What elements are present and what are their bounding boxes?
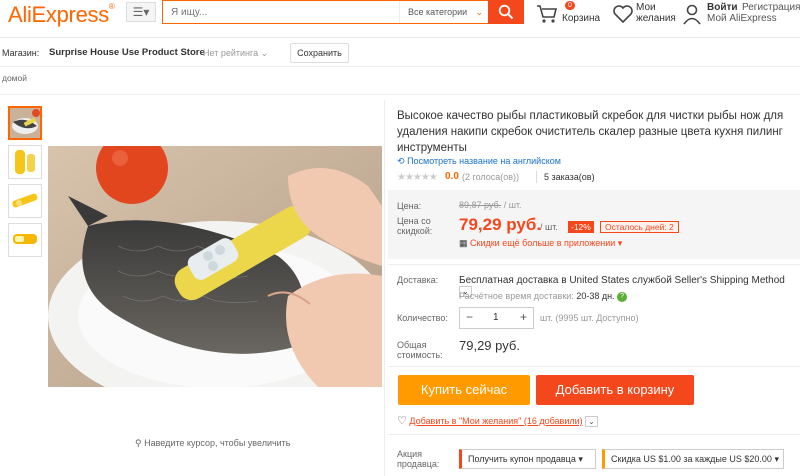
user-icon[interactable]: [682, 3, 702, 28]
promo-label: Акция продавца:: [397, 449, 440, 469]
heart-icon[interactable]: [612, 4, 634, 27]
store-bar: Магазин: Surprise House Use Product Stor…: [0, 39, 800, 67]
category-menu-button[interactable]: ☰▾: [126, 2, 156, 22]
cart-label[interactable]: Корзина: [562, 13, 600, 24]
total-label: Общая стоимость:: [397, 340, 443, 360]
quantity-label: Количество:: [397, 313, 448, 323]
gallery-thumbnail[interactable]: [8, 184, 42, 218]
register-link[interactable]: Регистрация: [742, 2, 800, 13]
gallery-thumbnail[interactable]: [8, 106, 42, 140]
divider: [0, 94, 800, 95]
gallery-thumbnail[interactable]: [8, 223, 42, 257]
cart-icon[interactable]: [536, 4, 558, 27]
days-left-badge: Осталось дней: 2: [600, 221, 679, 233]
chevron-down-icon: ⌄: [475, 7, 483, 17]
zoom-hint: ⚲ Наведите курсор, чтобы увеличить: [135, 438, 291, 448]
caret-down-icon: ▾: [578, 454, 583, 464]
search-button[interactable]: [488, 0, 524, 24]
my-aliexpress-link[interactable]: Мой AliExpress: [707, 13, 777, 24]
caret-down-icon: ▾: [774, 454, 779, 464]
chevron-down-icon: ⌄: [585, 416, 598, 427]
breadcrumb[interactable]: домой: [2, 73, 27, 83]
aliexpress-logo[interactable]: AliExpress®: [8, 2, 115, 28]
rating-score: 0.0: [445, 171, 459, 182]
delivery-label: Доставка:: [397, 275, 439, 285]
current-price: 79,29 руб.: [459, 215, 542, 234]
quantity-decrease-button[interactable]: −: [466, 310, 473, 324]
menu-icon: ☰▾: [132, 5, 150, 19]
price-unit: / шт.: [540, 222, 558, 232]
category-select[interactable]: Все категории ⌄: [399, 1, 489, 23]
discount-badge: -12%: [568, 221, 594, 233]
chevron-down-icon: ⌄: [260, 48, 269, 58]
get-coupon-button[interactable]: Получить купон продавца ▾: [459, 449, 596, 469]
divider: [388, 434, 800, 435]
delivery-time: Расчётное время доставки: 20-38 дн. ?: [459, 291, 628, 302]
store-label: Магазин:: [2, 48, 40, 58]
qr-code-icon: ▦: [459, 238, 468, 248]
store-rating[interactable]: Нет рейтинга ⌄: [203, 48, 268, 59]
orders-count: 5 заказа(ов): [544, 172, 595, 182]
translate-link[interactable]: ⟲ Посмотреть название на английском: [397, 156, 561, 167]
product-title: Высокое качество рыбы пластиковый скребо…: [397, 110, 784, 154]
product-main-image[interactable]: [48, 146, 382, 387]
discount-price-label: Цена со скидкой:: [397, 216, 433, 236]
search-bar: Все категории⌄: [162, 0, 488, 24]
add-to-cart-button[interactable]: Добавить в корзину: [536, 375, 694, 405]
quantity-stepper: − 1 +: [459, 307, 534, 329]
translate-icon: ⟲: [397, 156, 405, 166]
gallery-thumbnail[interactable]: [8, 145, 42, 179]
quantity-input[interactable]: 1: [493, 312, 499, 323]
top-header: AliExpress® ☰▾ Все категории⌄ 0 Корзина …: [0, 0, 800, 38]
quantity-increase-button[interactable]: +: [520, 310, 527, 324]
app-deal-link[interactable]: ▦ Скидки ещё больше в приложении ▾: [459, 238, 622, 249]
caret-down-icon: ▾: [617, 238, 623, 248]
divider: [384, 100, 385, 476]
original-price: 89,87 руб. / шт.: [459, 200, 522, 210]
magnifier-icon: ⚲: [135, 438, 142, 448]
heart-icon: ♡: [397, 415, 407, 427]
store-name-link[interactable]: Surprise House Use Product Store: [49, 47, 205, 58]
save-store-button[interactable]: Сохранить: [290, 43, 349, 63]
rating-stars: ★★★★★: [397, 172, 438, 183]
search-icon: [498, 4, 514, 20]
login-link[interactable]: Войти: [707, 2, 738, 13]
buy-now-button[interactable]: Купить сейчас: [398, 375, 530, 405]
divider: [388, 366, 800, 367]
divider: [388, 264, 800, 265]
help-icon[interactable]: ?: [617, 291, 628, 302]
wishlist-link[interactable]: Мои желания: [636, 2, 676, 24]
store-discount-select[interactable]: Скидка US $1.00 за каждые US $20.00 ▾: [602, 449, 784, 469]
total-price: 79,29 руб.: [459, 338, 520, 353]
add-to-wishlist-link[interactable]: ♡ Добавить в "Мои желания" (16 добавили)…: [397, 414, 598, 427]
search-input[interactable]: [163, 1, 391, 23]
price-label: Цена:: [397, 201, 422, 211]
divider: [536, 171, 537, 183]
rating-votes-link[interactable]: (2 голоса(ов)): [462, 172, 519, 182]
cart-count-badge: 0: [565, 1, 575, 10]
quantity-available: шт. (9995 шт. Доступно): [540, 313, 639, 323]
